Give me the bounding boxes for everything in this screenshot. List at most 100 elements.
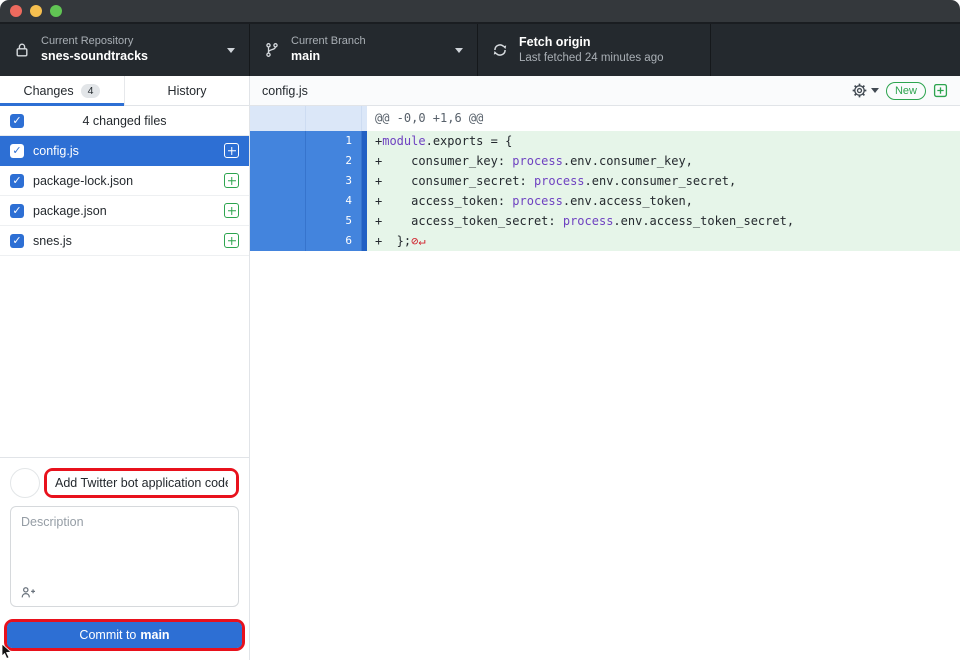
line-select-gutter[interactable]: 2 [250,151,367,171]
sync-icon [492,42,508,58]
changed-files-count: 4 changed files [0,114,249,128]
diff-line-3: 3 + consumer_secret: process.env.consume… [250,171,960,191]
code-keyword: module [382,134,425,148]
added-file-icon[interactable] [933,83,948,98]
diff-line-2: 2 + consumer_key: process.env.consumer_k… [250,151,960,171]
diff-line-1: 1 +module.exports = { [250,131,960,151]
line-select-gutter[interactable]: 1 [250,131,367,151]
diff-line-4: 4 + access_token: process.env.access_tok… [250,191,960,211]
file-checkbox[interactable]: ✓ [10,174,24,188]
changed-files-header: 4 changed files ✓ [0,106,249,136]
code-line: + access_token_secret: process.env.acces… [367,211,960,231]
git-branch-icon [264,42,280,58]
code-text: .env.consumer_secret, [585,174,737,188]
chevron-down-icon [227,48,235,57]
file-row-config-js[interactable]: ✓ config.js [0,136,249,166]
commit-summary-row [10,468,239,498]
fetch-subtitle: Last fetched 24 minutes ago [519,51,664,65]
tab-history-label: History [168,84,207,98]
new-line-number: 6 [306,231,362,251]
code-text: + access_token_secret: [375,214,563,228]
new-file-badge: New [886,82,926,100]
commit-form: Commit to main [0,457,249,660]
close-window-button[interactable] [10,5,22,17]
chevron-down-icon [455,48,463,57]
toolbar: Current Repository snes-soundtracks Curr… [0,24,960,76]
new-line-number: 1 [306,131,362,151]
code-line: +module.exports = { [367,131,960,151]
current-repository-dropdown[interactable]: Current Repository snes-soundtracks [0,24,250,76]
hunk-gutter [250,106,367,131]
old-line-number-cell [250,171,306,191]
line-select-gutter[interactable]: 6 [250,231,367,251]
file-tab[interactable]: config.js [262,84,308,98]
lock-icon [14,42,30,58]
new-line-number: 4 [306,191,362,211]
code-text: + consumer_key: [375,154,512,168]
diff-view: @@ -0,0 +1,6 @@ 1 +module.exports = { 2 … [250,106,960,660]
added-status-icon [224,203,239,218]
repository-label: Current Repository [41,35,148,49]
file-checkbox[interactable]: ✓ [10,204,24,218]
github-desktop-window: Current Repository snes-soundtracks Curr… [0,0,960,660]
new-line-number: 3 [306,171,362,191]
code-text: + access_token: [375,194,512,208]
added-status-icon [224,173,239,188]
diff-line-6: 6 + };⊘↵ [250,231,960,251]
tab-changes[interactable]: Changes 4 [0,76,125,105]
commit-button-branch: main [140,628,169,642]
zoom-window-button[interactable] [50,5,62,17]
file-checkbox[interactable]: ✓ [10,234,24,248]
added-status-icon [224,233,239,248]
changes-count-badge: 4 [81,84,101,98]
repository-text: Current Repository snes-soundtracks [41,35,148,64]
code-keyword: process [563,214,614,228]
minimize-window-button[interactable] [30,5,42,17]
commit-summary-input[interactable] [47,471,236,495]
file-checkbox[interactable]: ✓ [10,144,24,158]
tab-history[interactable]: History [125,76,249,105]
file-row-package-json[interactable]: ✓ package.json [0,196,249,226]
content: 4 changed files ✓ ✓ config.js ✓ package-… [0,106,960,660]
mouse-cursor [1,644,14,660]
code-text: .env.access_token_secret, [613,214,794,228]
old-line-number-cell [250,151,306,171]
code-text: .env.access_token, [563,194,693,208]
commit-description-input[interactable] [11,507,238,575]
branch-text: Current Branch main [291,35,366,64]
repository-name: snes-soundtracks [41,49,148,65]
code-keyword: process [512,154,563,168]
file-name: package.json [33,204,107,218]
file-row-snes-js[interactable]: ✓ snes.js [0,226,249,256]
no-newline-icon: ⊘↵ [411,234,425,248]
file-name: config.js [33,144,79,158]
line-select-gutter[interactable]: 4 [250,191,367,211]
code-keyword: process [534,174,585,188]
commit-button[interactable]: Commit to main [7,622,242,648]
file-list-empty-space [0,256,249,457]
code-keyword: process [512,194,563,208]
chevron-down-icon [871,88,879,97]
fetch-text: Fetch origin Last fetched 24 minutes ago [519,35,664,65]
line-select-gutter[interactable]: 5 [250,211,367,231]
code-text: + consumer_secret: [375,174,534,188]
fetch-origin-button[interactable]: Fetch origin Last fetched 24 minutes ago [478,24,711,76]
old-line-number-cell [250,211,306,231]
changes-sidebar: 4 changed files ✓ ✓ config.js ✓ package-… [0,106,250,660]
tabs-row: Changes 4 History config.js [0,76,960,106]
branch-label: Current Branch [291,35,366,49]
fetch-title: Fetch origin [519,35,664,51]
code-text: + }; [375,234,411,248]
diff-options: New [852,82,948,100]
add-coauthor-icon[interactable] [20,585,36,600]
line-select-gutter[interactable]: 3 [250,171,367,191]
file-row-package-lock-json[interactable]: ✓ package-lock.json [0,166,249,196]
current-branch-dropdown[interactable]: Current Branch main [250,24,478,76]
select-all-checkbox[interactable]: ✓ [10,114,24,128]
code-text: .env.consumer_key, [563,154,693,168]
diff-settings-dropdown[interactable] [852,83,879,98]
file-tab-bar: config.js New [250,76,960,105]
branch-name: main [291,49,366,65]
code-line: + access_token: process.env.access_token… [367,191,960,211]
old-line-number-cell [250,231,306,251]
